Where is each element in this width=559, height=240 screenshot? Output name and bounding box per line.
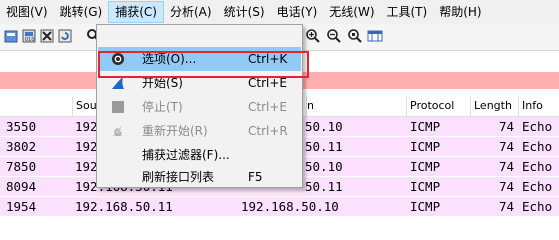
save-file-icon[interactable]: 010 [21,28,37,44]
cell-no: 7850 [6,159,37,174]
svg-text:010: 010 [25,37,35,43]
cell-no: 1954 [6,199,37,214]
menu-wireless[interactable]: 无线(W) [323,1,380,23]
menu-item-restart[interactable]: 重新开始(R) Ctrl+R [98,119,301,143]
cell-protocol: ICMP [410,119,441,134]
reload-file-icon[interactable] [57,28,73,44]
menu-bar: 视图(V) 跳转(G) 捕获(C) 分析(A) 统计(S) 电话(Y) 无线(W… [0,0,559,25]
menu-view[interactable]: 视图(V) [0,1,54,23]
normal-size-icon[interactable] [347,28,363,44]
menu-help[interactable]: 帮助(H) [433,1,487,23]
stop-icon [109,98,127,116]
cell-length: 74 [499,139,515,154]
cell-protocol: ICMP [410,159,441,174]
menu-telephony[interactable]: 电话(Y) [271,1,324,23]
zoom-out-icon[interactable] [326,28,342,44]
menu-item-shortcut: Ctrl+E [248,100,287,114]
zoom-in-icon[interactable] [305,28,321,44]
cell-protocol: ICMP [410,139,441,154]
open-file-icon[interactable] [3,28,19,44]
cell-info: Echo [522,159,553,174]
cell-destination: 192.168.50.10 [241,199,339,214]
cell-length: 74 [499,159,515,174]
cell-info: Echo [522,139,553,154]
cell-no: 3550 [6,119,37,134]
cell-no: 3802 [6,139,37,154]
cell-info: Echo [522,199,553,214]
menu-item-label: 重新开始(R) [142,124,208,138]
cell-destination: 50.10 [305,119,343,134]
menu-tools[interactable]: 工具(T) [381,1,434,23]
menu-item-label: 刷新接口列表 [142,170,215,184]
restart-icon [109,122,127,140]
column-protocol[interactable]: Protocol [406,96,470,116]
column-no[interactable] [0,96,72,116]
menu-item-label: 停止(T) [142,100,183,114]
menu-item-label: 捕获过滤器(F)... [142,148,230,162]
menu-item-shortcut: F5 [248,170,263,184]
cell-protocol: ICMP [410,199,441,214]
menu-item-stop[interactable]: 停止(T) Ctrl+E [98,95,301,119]
resize-columns-icon[interactable] [367,28,383,44]
packet-row[interactable]: 1954 192.168.50.11 192.168.50.10 ICMP 74… [0,197,559,216]
column-destination[interactable]: n [306,96,406,116]
cell-destination: 50.10 [305,159,343,174]
menu-go[interactable]: 跳转(G) [54,1,109,23]
cell-info: Echo [522,179,553,194]
cell-destination: 50.11 [305,179,343,194]
menu-item-refresh-interfaces[interactable]: 刷新接口列表 F5 [98,165,301,189]
cell-info: Echo [522,119,553,134]
close-file-icon[interactable] [39,28,55,44]
column-info[interactable]: Info [518,96,559,116]
highlight-box [98,51,309,78]
menu-item-shortcut: Ctrl+R [248,124,288,138]
cell-protocol: ICMP [410,179,441,194]
capture-menu-dropdown: 选项(O)... Ctrl+K 开始(S) Ctrl+E 停止(T) Ctrl+… [96,24,303,188]
cell-no: 8094 [6,179,37,194]
cell-destination: 50.11 [305,139,343,154]
cell-length: 74 [499,199,515,214]
column-length[interactable]: Length [470,96,518,116]
cell-length: 74 [499,179,515,194]
cell-length: 74 [499,119,515,134]
menu-item-capture-filters[interactable]: 捕获过滤器(F)... [98,143,301,167]
cell-source: 192.168.50.11 [75,199,173,214]
menu-capture[interactable]: 捕获(C) [108,1,164,23]
menu-analyze[interactable]: 分析(A) [164,1,218,23]
menu-statistics[interactable]: 统计(S) [218,1,271,23]
